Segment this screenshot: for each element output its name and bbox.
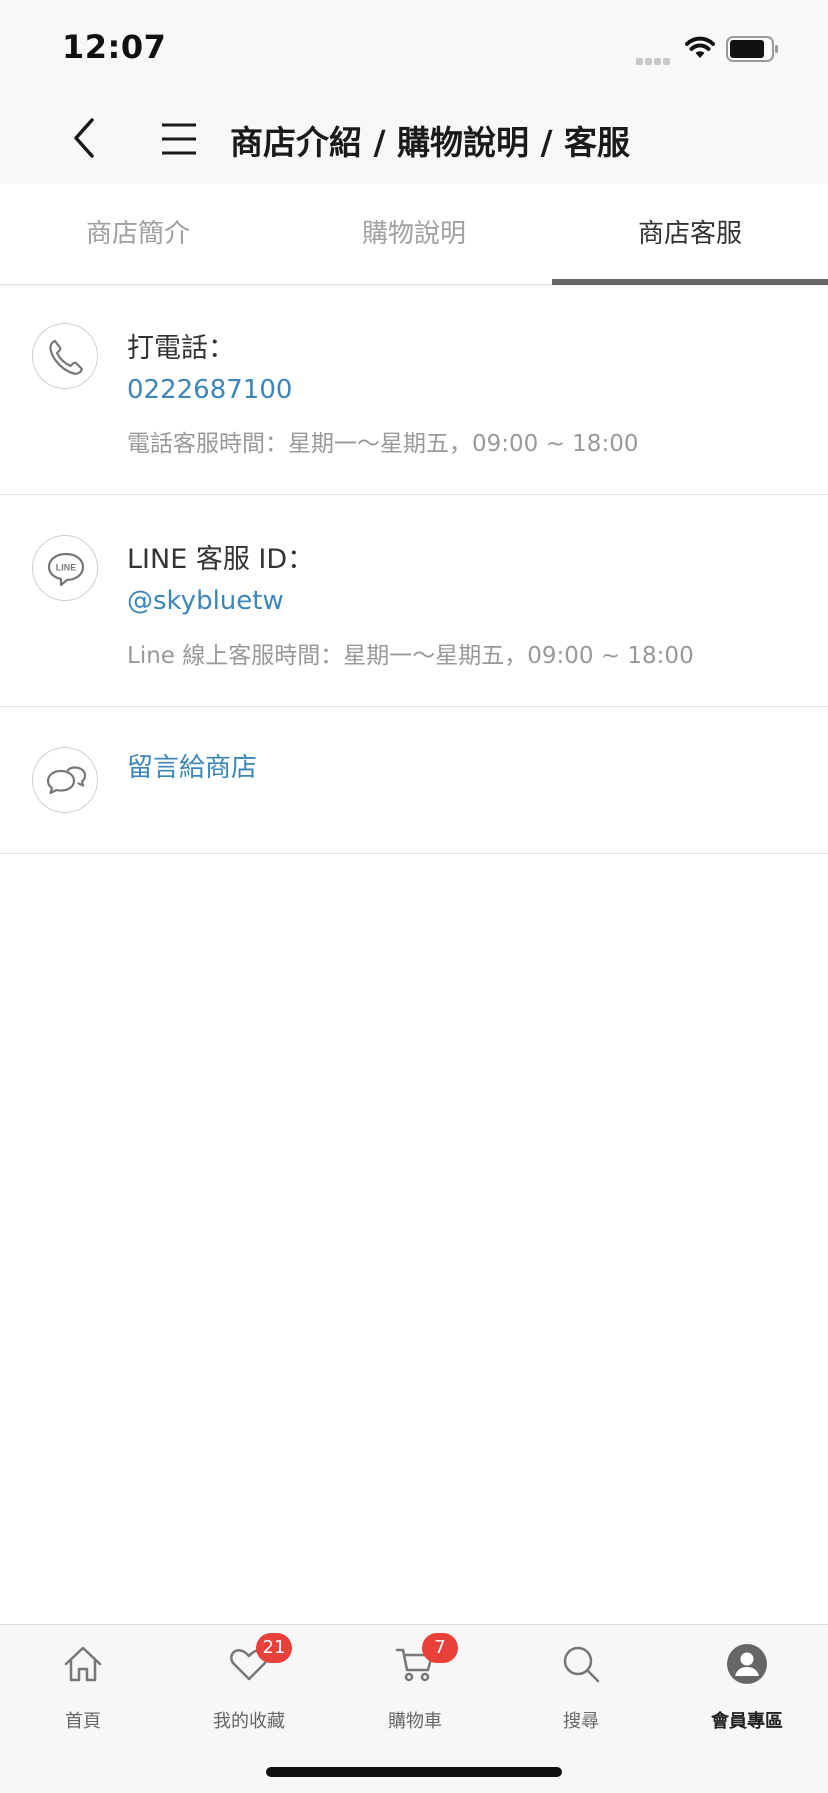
nav-member-label: 會員專區 (711, 1711, 783, 1732)
member-icon (727, 1644, 767, 1684)
hamburger-menu-icon (162, 123, 196, 155)
nav-cart-label: 購物車 (388, 1711, 442, 1732)
signal-icon (636, 50, 672, 69)
nav-home[interactable]: 首頁 (0, 1625, 166, 1735)
status-bar: 12:07 (0, 0, 828, 92)
back-button[interactable] (62, 112, 106, 164)
tab-shopping-guide[interactable]: 購物說明 (276, 184, 552, 284)
line-id-link[interactable]: @skybluetw (127, 586, 284, 616)
contact-item-message[interactable]: 留言給商店 (0, 707, 828, 854)
nav-home-label: 首頁 (65, 1711, 101, 1732)
phone-service-hours: 電話客服時間：星期一～星期五，09:00 ~ 18:00 (127, 431, 639, 457)
bottom-nav: 首頁 21 我的收藏 7 購物車 搜尋 會員專區 (0, 1624, 828, 1793)
contact-item-line: LINE LINE 客服 ID： @skybluetw Line 線上客服時間：… (0, 495, 828, 707)
wifi-icon (685, 36, 715, 58)
nav-favorites-label: 我的收藏 (213, 1711, 285, 1732)
leave-message-link[interactable]: 留言給商店 (127, 747, 257, 784)
tab-customer-service[interactable]: 商店客服 (552, 184, 828, 284)
chevron-left-icon (74, 118, 94, 158)
line-label: LINE 客服 ID： (127, 544, 315, 575)
cart-badge: 7 (422, 1633, 458, 1663)
battery-icon (726, 36, 778, 62)
nav-search-label: 搜尋 (563, 1711, 599, 1732)
nav-search[interactable]: 搜尋 (498, 1625, 664, 1735)
svg-text:LINE: LINE (56, 563, 77, 573)
chat-bubbles-icon (32, 747, 98, 813)
line-service-hours: Line 線上客服時間：星期一～星期五，09:00 ~ 18:00 (127, 643, 694, 669)
search-icon (563, 1646, 600, 1683)
status-icons (636, 34, 796, 65)
nav-cart[interactable]: 7 購物車 (332, 1625, 498, 1735)
home-indicator (266, 1767, 562, 1777)
contact-item-phone: 打電話： 0222687100 電話客服時間：星期一～星期五，09:00 ~ 1… (0, 286, 828, 495)
header: 商店介紹 / 購物說明 / 客服 (0, 92, 828, 184)
tab-bar: 商店簡介 購物說明 商店客服 (0, 184, 828, 285)
tab-store-intro[interactable]: 商店簡介 (0, 184, 276, 284)
page-title: 商店介紹 / 購物說明 / 客服 (230, 123, 631, 162)
status-time: 12:07 (62, 28, 167, 66)
nav-member[interactable]: 會員專區 (664, 1625, 828, 1735)
active-tab-indicator (552, 279, 828, 285)
nav-favorites[interactable]: 21 我的收藏 (166, 1625, 332, 1735)
menu-button[interactable] (156, 116, 202, 162)
home-icon (64, 1646, 102, 1682)
phone-label: 打電話： (127, 333, 235, 364)
line-icon: LINE (32, 535, 98, 601)
phone-number-link[interactable]: 0222687100 (127, 375, 292, 405)
phone-icon (32, 323, 98, 389)
favorites-badge: 21 (256, 1633, 292, 1663)
